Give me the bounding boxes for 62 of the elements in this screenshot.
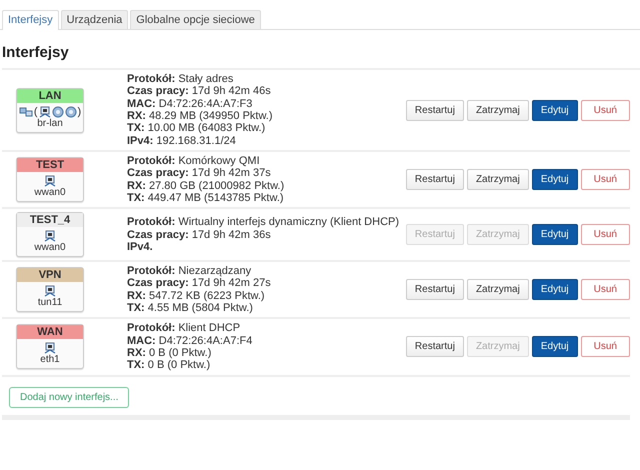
detail-line: TX: 10.00 MB (64083 Pktw.) [127,122,266,135]
action-button[interactable]: Zatrzymaj [466,279,529,300]
device-name: eth1 [40,354,60,368]
paren: ( [34,106,38,118]
interface-name: LAN [17,88,83,102]
detail-line: TX: 449.47 MB (5143785 Pktw.) [127,192,285,204]
detail-line: Czas pracy: 17d 9h 42m 27s [127,277,272,290]
detail-line: MAC: D4:72:26:4A:A7:F3 [127,98,254,110]
action-button[interactable]: Edytuj [532,336,578,358]
device-name: tun11 [38,297,62,310]
network-port-icon [38,106,50,118]
network-port-icon [44,175,56,188]
action-button[interactable]: Restartuj [406,279,464,300]
detail-line: Protokół: Klient DHCP [127,322,242,335]
detail-line: TX: 4.55 MB (5804 Pktw.) [127,302,254,314]
detail-line: RX: 27.80 GB (21000982 Pktw.) [127,180,286,192]
action-button[interactable]: Usuń [580,336,630,358]
action-button[interactable]: Restartuj [406,169,464,190]
detail-line: RX: 48.29 MB (349950 Pktw.) [127,110,274,122]
detail-line: Protokół: Stały adres [127,73,234,86]
detail-line: IPv4: 192.168.31.1/24 [127,134,237,147]
action-button[interactable]: Edytuj [532,279,578,300]
action-button[interactable]: Restartuj [406,100,464,120]
paren: ) [78,106,82,118]
network-port-icon [44,285,56,298]
detail-line: Protokół: Niezarządzany [127,265,252,278]
detail-line: MAC: D4:72:26:4A:A7:F4 [127,334,254,347]
interface-name: WAN [17,325,83,340]
action-button[interactable]: Zatrzymaj [466,169,529,190]
detail-line: Protokół: Wirtualny interfejs dynamiczny (Klient DHCP) [127,216,400,229]
detail-line: Czas pracy: 17d 9h 42m 46s [127,85,272,98]
action-button[interactable]: Zatrzymaj [466,100,529,120]
wireless-icon [52,106,64,118]
network-port-icon [44,342,56,354]
device-name: wwan0 [34,242,66,256]
detail-line: TX: 0 B (0 Pktw.) [127,359,212,372]
action-button[interactable]: Edytuj [532,224,578,246]
detail-line: Czas pracy: 17d 9h 42m 36s [127,228,272,241]
bridge-icon [18,106,33,118]
action-button[interactable]: Edytuj [532,100,578,120]
action-button[interactable]: Usuń [580,279,630,300]
wireless-icon [64,106,76,118]
device-name: wwan0 [34,187,66,200]
device-name: br-lan [37,118,63,130]
detail-line: Protokół: Komórkowy QMI [127,155,261,168]
tab[interactable]: Urządzenia [60,10,128,29]
tab[interactable]: Interfejsy [2,10,59,30]
action-button[interactable]: Restartuj [406,336,464,358]
section-heading: Interfejsy [2,44,640,70]
tab[interactable]: Globalne opcje sieciowe [130,10,261,29]
detail-line: IPv4. [127,240,154,254]
interface-name: TEST_4 [17,213,83,228]
detail-line: RX: 0 B (0 Pktw.) [127,346,212,360]
interface-name: VPN [17,268,83,282]
detail-line: RX: 547.72 KB (6223 Pktw.) [127,290,266,302]
interface-name: TEST [17,158,83,172]
action-button[interactable]: Usuń [580,100,630,120]
action-button[interactable]: Usuń [580,224,630,246]
action-button[interactable]: Edytuj [532,169,578,190]
action-button[interactable]: Usuń [580,169,630,190]
detail-line: Czas pracy: 17d 9h 42m 37s [127,167,272,180]
network-port-icon [44,230,56,242]
